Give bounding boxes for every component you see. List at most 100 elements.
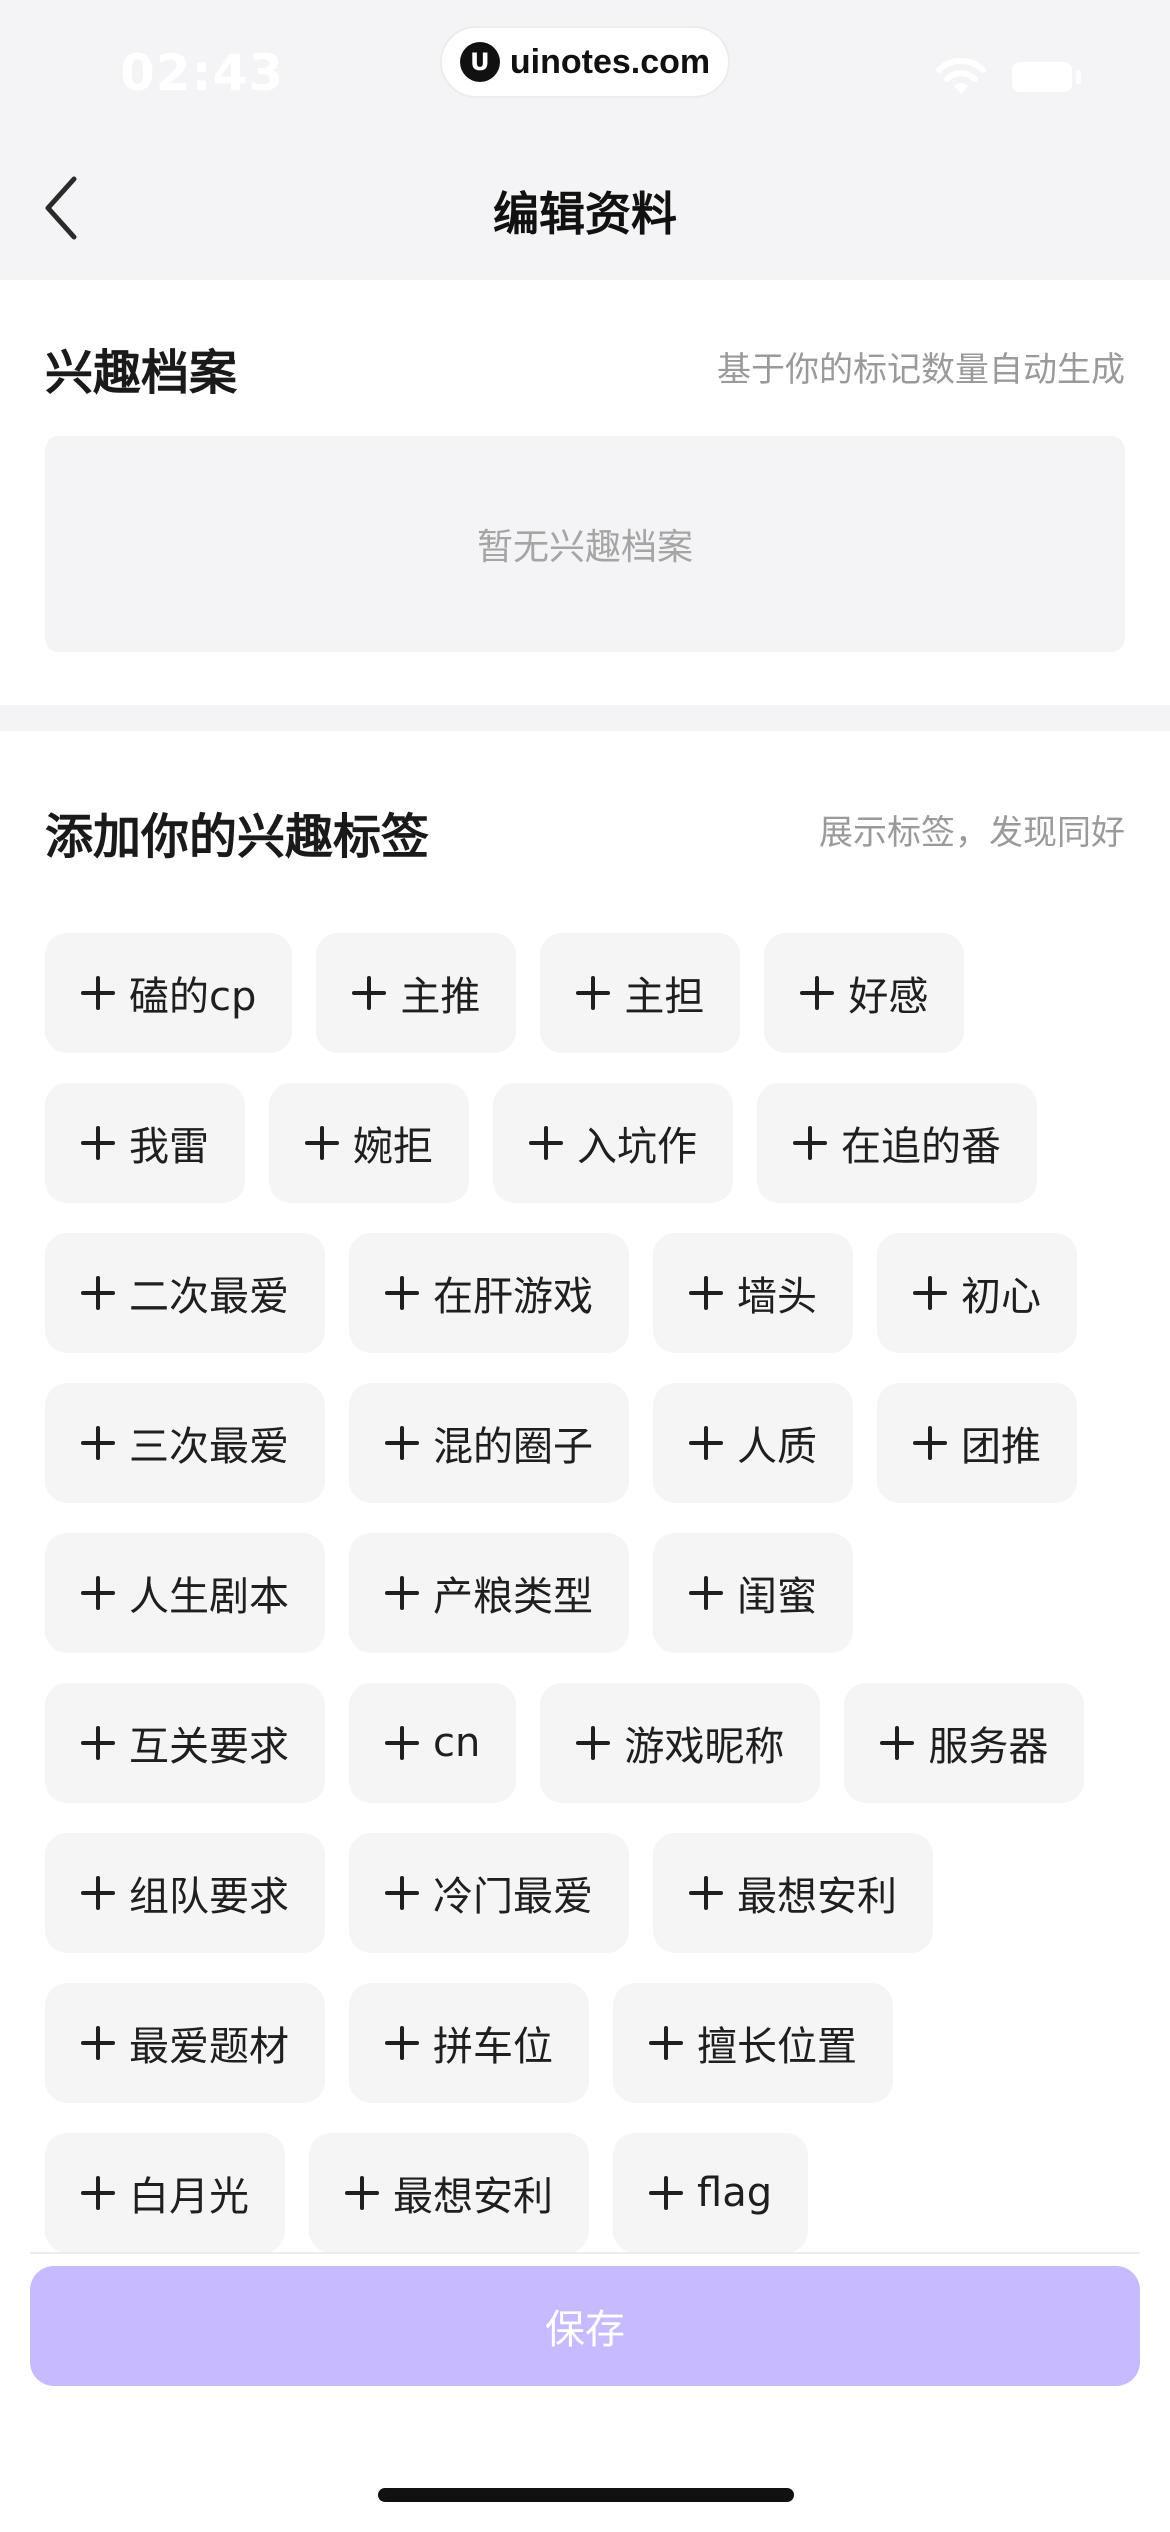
add-tag-button[interactable]: 墙头 [653, 1233, 853, 1353]
battery-icon [1012, 62, 1072, 92]
tag-label: 闺蜜 [737, 1574, 817, 1620]
plus-icon [81, 2176, 115, 2210]
tag-label: 白月光 [129, 2174, 249, 2220]
add-tag-button[interactable]: 在追的番 [757, 1083, 1037, 1203]
add-tag-button[interactable]: 服务器 [844, 1683, 1085, 1803]
tag-label: 冷门最爱 [433, 1874, 593, 1920]
add-tag-button[interactable]: 互关要求 [45, 1683, 325, 1803]
plus-icon [385, 1576, 419, 1610]
plus-icon [81, 1876, 115, 1910]
watermark-text: uinotes.com [509, 42, 711, 81]
tag-label: 人质 [737, 1424, 817, 1470]
tag-row: 三次最爱 混的圈子 人质 团推 [45, 1383, 1135, 1503]
add-tag-button[interactable]: 三次最爱 [45, 1383, 325, 1503]
plus-icon [385, 1876, 419, 1910]
plus-icon [345, 2176, 379, 2210]
add-tag-button[interactable]: 入坑作 [493, 1083, 733, 1203]
tag-label: 最想安利 [393, 2174, 553, 2220]
add-tag-button[interactable]: 游戏昵称 [540, 1683, 821, 1803]
tag-label: 好感 [848, 974, 929, 1020]
add-tag-button[interactable]: 二次最爱 [45, 1233, 325, 1353]
plus-icon [305, 1126, 339, 1160]
tag-label: 服务器 [928, 1724, 1049, 1770]
tag-label: 组队要求 [129, 1874, 289, 1920]
plus-icon [649, 2176, 683, 2210]
tag-label: 混的圈子 [433, 1424, 593, 1470]
tag-label: 我雷 [129, 1124, 209, 1170]
plus-icon [649, 2026, 683, 2060]
add-tag-button[interactable]: 冷门最爱 [349, 1833, 629, 1953]
tag-row: 互关要求 cn 游戏昵称 服务器 [45, 1683, 1135, 1803]
plus-icon [81, 976, 115, 1010]
add-tag-button[interactable]: 好感 [764, 933, 965, 1053]
tag-row: 二次最爱 在肝游戏 墙头 初心 [45, 1233, 1135, 1353]
tag-label: 磕的cp [129, 974, 257, 1020]
add-tag-button[interactable]: 人质 [653, 1383, 853, 1503]
plus-icon [913, 1426, 947, 1460]
add-tag-button[interactable]: 初心 [877, 1233, 1077, 1353]
edit-profile-screen: 02:43 U uinotes.com 编辑资料 兴趣档案 基于你的标记数量自动… [0, 0, 1170, 2532]
add-tag-button[interactable]: 婉拒 [269, 1083, 469, 1203]
plus-icon [385, 1426, 419, 1460]
add-tag-button[interactable]: 主推 [316, 933, 517, 1053]
add-tag-button[interactable]: cn [349, 1683, 517, 1803]
add-tag-button[interactable]: 在肝游戏 [349, 1233, 629, 1353]
tag-label: 婉拒 [353, 1124, 433, 1170]
add-tag-button[interactable]: 白月光 [45, 2133, 285, 2253]
add-tag-button[interactable]: 最爱题材 [45, 1983, 325, 2103]
tag-label: 二次最爱 [129, 1274, 289, 1320]
add-tag-button[interactable]: 我雷 [45, 1083, 245, 1203]
plus-icon [529, 1126, 563, 1160]
battery-tip-icon [1076, 70, 1081, 84]
plus-icon [689, 1276, 723, 1310]
plus-icon [81, 2026, 115, 2060]
add-tag-button[interactable]: flag [613, 2133, 809, 2253]
tag-label: 三次最爱 [129, 1424, 289, 1470]
tag-row: 我雷 婉拒 入坑作 在追的番 [45, 1083, 1135, 1203]
plus-icon [81, 1426, 115, 1460]
add-tag-button[interactable]: 最想安利 [653, 1833, 933, 1953]
plus-icon [385, 1726, 419, 1760]
add-tag-button[interactable]: 人生剧本 [45, 1533, 325, 1653]
add-tag-button[interactable]: 混的圈子 [349, 1383, 629, 1503]
tag-row: 组队要求 冷门最爱 最想安利 [45, 1833, 1135, 1953]
tag-row: 人生剧本 产粮类型 闺蜜 [45, 1533, 1135, 1653]
plus-icon [689, 1876, 723, 1910]
add-tag-button[interactable]: 产粮类型 [349, 1533, 629, 1653]
tag-row: 磕的cp 主推 主担 好感 [45, 933, 1135, 1053]
plus-icon [689, 1576, 723, 1610]
add-tag-button[interactable]: 擅长位置 [613, 1983, 893, 2103]
tag-label: 擅长位置 [697, 2024, 857, 2070]
add-tag-button[interactable]: 闺蜜 [653, 1533, 853, 1653]
section-divider [0, 705, 1170, 731]
tag-label: 拼车位 [433, 2024, 553, 2070]
interest-profile-hint: 基于你的标记数量自动生成 [717, 350, 1125, 390]
add-tag-button[interactable]: 组队要求 [45, 1833, 325, 1953]
page-title: 编辑资料 [493, 187, 677, 241]
add-tag-button[interactable]: 最想安利 [309, 2133, 589, 2253]
interest-profile-empty-text: 暂无兴趣档案 [476, 527, 693, 568]
watermark-logo-icon: U [459, 42, 500, 82]
tag-label: 初心 [961, 1274, 1041, 1320]
status-time: 02:43 [120, 44, 285, 102]
tag-label: 最爱题材 [129, 2024, 289, 2070]
add-tag-button[interactable]: 拼车位 [349, 1983, 589, 2103]
plus-icon [81, 1126, 115, 1160]
plus-icon [81, 1726, 115, 1760]
tag-label: 互关要求 [129, 1724, 289, 1770]
plus-icon [81, 1276, 115, 1310]
tag-label: 主推 [400, 974, 481, 1020]
plus-icon [352, 976, 387, 1010]
plus-icon [689, 1426, 723, 1460]
add-tag-button[interactable]: 团推 [877, 1383, 1077, 1503]
tag-row: 白月光 最想安利 flag [45, 2133, 1135, 2253]
interest-profile-empty-box: 暂无兴趣档案 [45, 436, 1125, 652]
tag-label: 最想安利 [737, 1874, 897, 1920]
plus-icon [913, 1276, 947, 1310]
save-button[interactable]: 保存 [30, 2266, 1140, 2386]
plus-icon [576, 976, 611, 1010]
add-tag-button[interactable]: 主担 [540, 933, 741, 1053]
interest-profile-title: 兴趣档案 [45, 345, 238, 401]
interest-tags-title: 添加你的兴趣标签 [45, 809, 430, 865]
add-tag-button[interactable]: 磕的cp [45, 933, 293, 1053]
